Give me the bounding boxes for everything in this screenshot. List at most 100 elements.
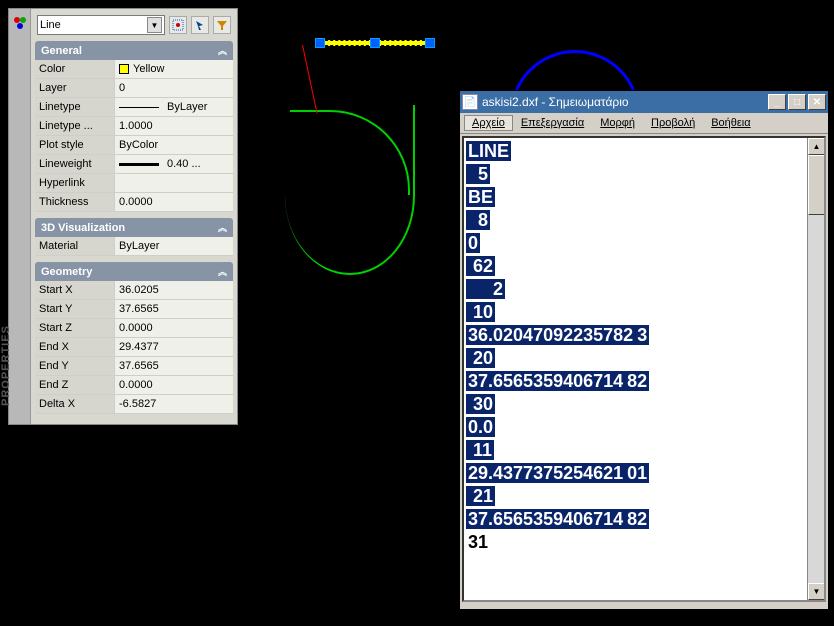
notepad-window: 📄 askisi2.dxf - Σημειωματάριο _ □ ✕ Αρχε… bbox=[459, 90, 829, 610]
maximize-button[interactable]: □ bbox=[788, 94, 806, 110]
properties-toolbar: Line ▼ bbox=[35, 13, 233, 41]
collapse-icon: ︽ bbox=[218, 44, 227, 57]
label-linetype: Linetype bbox=[35, 98, 115, 116]
lineweight-preview-icon bbox=[119, 163, 159, 166]
editor-selected-text: LINE bbox=[466, 141, 511, 161]
editor-selected-text: 3 bbox=[635, 325, 649, 345]
value-hyperlink[interactable] bbox=[115, 174, 233, 192]
label-endx: End X bbox=[35, 338, 115, 356]
quick-select-button[interactable] bbox=[169, 16, 187, 34]
collapse-icon: ︽ bbox=[218, 265, 227, 278]
editor-selected-text: 10 bbox=[466, 302, 495, 322]
drawing-red-line bbox=[302, 45, 318, 114]
notepad-title: askisi2.dxf - Σημειωματάριο bbox=[482, 95, 768, 109]
vertical-scrollbar[interactable]: ▲ ▼ bbox=[807, 138, 824, 600]
notepad-editor[interactable]: LINE 5 BE 8 0 62 2 10 36.020470922357823 20… bbox=[462, 136, 826, 602]
value-startz[interactable]: 0.0000 bbox=[115, 319, 233, 337]
editor-selected-text: 37.6565359406714 bbox=[466, 509, 625, 529]
label-deltax: Delta X bbox=[35, 395, 115, 413]
grip-start[interactable] bbox=[315, 38, 325, 48]
notepad-titlebar[interactable]: 📄 askisi2.dxf - Σημειωματάριο _ □ ✕ bbox=[460, 91, 828, 113]
value-layer[interactable]: 0 bbox=[115, 79, 233, 97]
grip-end[interactable] bbox=[425, 38, 435, 48]
grip-mid[interactable] bbox=[370, 38, 380, 48]
value-deltax[interactable]: -6.5827 bbox=[115, 395, 233, 413]
label-endz: End Z bbox=[35, 376, 115, 394]
value-material[interactable]: ByLayer bbox=[115, 237, 233, 255]
scroll-thumb[interactable] bbox=[808, 155, 825, 215]
label-thickness: Thickness bbox=[35, 193, 115, 211]
editor-selected-text: 82 bbox=[625, 371, 649, 391]
section-3dviz-title: 3D Visualization bbox=[41, 222, 125, 234]
minimize-button[interactable]: _ bbox=[768, 94, 786, 110]
editor-selected-text: 20 bbox=[466, 348, 495, 368]
editor-selected-text: 36.02047092235782 bbox=[466, 325, 635, 345]
label-lineweight: Lineweight bbox=[35, 155, 115, 173]
section-3dviz: 3D Visualization ︽ MaterialByLayer bbox=[35, 218, 233, 256]
value-endz[interactable]: 0.0000 bbox=[115, 376, 233, 394]
select-objects-button[interactable] bbox=[191, 16, 209, 34]
collapse-icon: ︽ bbox=[218, 221, 227, 234]
editor-selected-text: 01 bbox=[625, 463, 649, 483]
filter-button[interactable] bbox=[213, 16, 231, 34]
value-endx[interactable]: 29.4377 bbox=[115, 338, 233, 356]
editor-selected-text: 11 bbox=[466, 440, 494, 460]
section-general: General ︽ ColorYellow Layer0 LinetypeByL… bbox=[35, 41, 233, 212]
properties-title-vertical: PROPERTIES bbox=[0, 325, 12, 406]
scroll-up-button[interactable]: ▲ bbox=[808, 138, 825, 155]
value-ltscale[interactable]: 1.0000 bbox=[115, 117, 233, 135]
editor-selected-text: 30 bbox=[466, 394, 495, 414]
value-starty[interactable]: 37.6565 bbox=[115, 300, 233, 318]
menu-view[interactable]: Προβολή bbox=[643, 115, 703, 131]
label-ltscale: Linetype ... bbox=[35, 117, 115, 135]
section-general-header[interactable]: General ︽ bbox=[35, 41, 233, 60]
menu-edit[interactable]: Επεξεργασία bbox=[513, 115, 592, 131]
section-3dviz-header[interactable]: 3D Visualization ︽ bbox=[35, 218, 233, 237]
editor-selected-text: 8 bbox=[466, 210, 490, 230]
entity-type-combo[interactable]: Line ▼ bbox=[37, 15, 165, 35]
section-general-title: General bbox=[41, 45, 82, 57]
editor-selected-text: 37.6565359406714 bbox=[466, 371, 625, 391]
editor-selected-text: 29.4377375254621 bbox=[466, 463, 625, 483]
label-endy: End Y bbox=[35, 357, 115, 375]
section-geometry: Geometry ︽ Start X36.0205 Start Y37.6565… bbox=[35, 262, 233, 414]
properties-panel: PROPERTIES Line ▼ General ︽ ColorY bbox=[8, 8, 238, 425]
value-thickness[interactable]: 0.0000 bbox=[115, 193, 233, 211]
linetype-preview-icon bbox=[119, 107, 159, 108]
menu-help[interactable]: Βοήθεια bbox=[703, 115, 758, 131]
editor-selected-text: 0 bbox=[466, 233, 480, 253]
scroll-down-button[interactable]: ▼ bbox=[808, 583, 825, 600]
editor-selected-text: BE bbox=[466, 187, 495, 207]
value-lineweight[interactable]: 0.40 ... bbox=[115, 155, 233, 173]
section-geometry-header[interactable]: Geometry ︽ bbox=[35, 262, 233, 281]
palette-icon bbox=[12, 15, 28, 31]
notepad-menu: Αρχείο Επεξεργασία Μορφή Προβολή Βοήθεια bbox=[460, 113, 828, 134]
label-startx: Start X bbox=[35, 281, 115, 299]
editor-selected-text: 62 bbox=[466, 256, 495, 276]
label-color: Color bbox=[35, 60, 115, 78]
notepad-icon: 📄 bbox=[462, 94, 478, 110]
label-material: Material bbox=[35, 237, 115, 255]
menu-format[interactable]: Μορφή bbox=[592, 115, 643, 131]
label-starty: Start Y bbox=[35, 300, 115, 318]
section-geometry-title: Geometry bbox=[41, 266, 92, 278]
entity-type-value: Line bbox=[40, 19, 147, 31]
value-color[interactable]: Yellow bbox=[115, 60, 233, 78]
editor-selected-text: 5 bbox=[466, 164, 490, 184]
editor-selected-text: 0.0 bbox=[466, 417, 495, 437]
label-layer: Layer bbox=[35, 79, 115, 97]
editor-plain-text: 31 bbox=[466, 532, 490, 552]
value-endy[interactable]: 37.6565 bbox=[115, 357, 233, 375]
editor-selected-text: 21 bbox=[466, 486, 495, 506]
editor-selected-text: 82 bbox=[625, 509, 649, 529]
label-plotstyle: Plot style bbox=[35, 136, 115, 154]
value-plotstyle[interactable]: ByColor bbox=[115, 136, 233, 154]
close-button[interactable]: ✕ bbox=[808, 94, 826, 110]
editor-selected-text: 2 bbox=[466, 279, 505, 299]
value-linetype[interactable]: ByLayer bbox=[115, 98, 233, 116]
chevron-down-icon: ▼ bbox=[147, 17, 162, 33]
menu-file[interactable]: Αρχείο bbox=[464, 115, 513, 131]
color-swatch bbox=[119, 64, 129, 74]
label-startz: Start Z bbox=[35, 319, 115, 337]
value-startx[interactable]: 36.0205 bbox=[115, 281, 233, 299]
